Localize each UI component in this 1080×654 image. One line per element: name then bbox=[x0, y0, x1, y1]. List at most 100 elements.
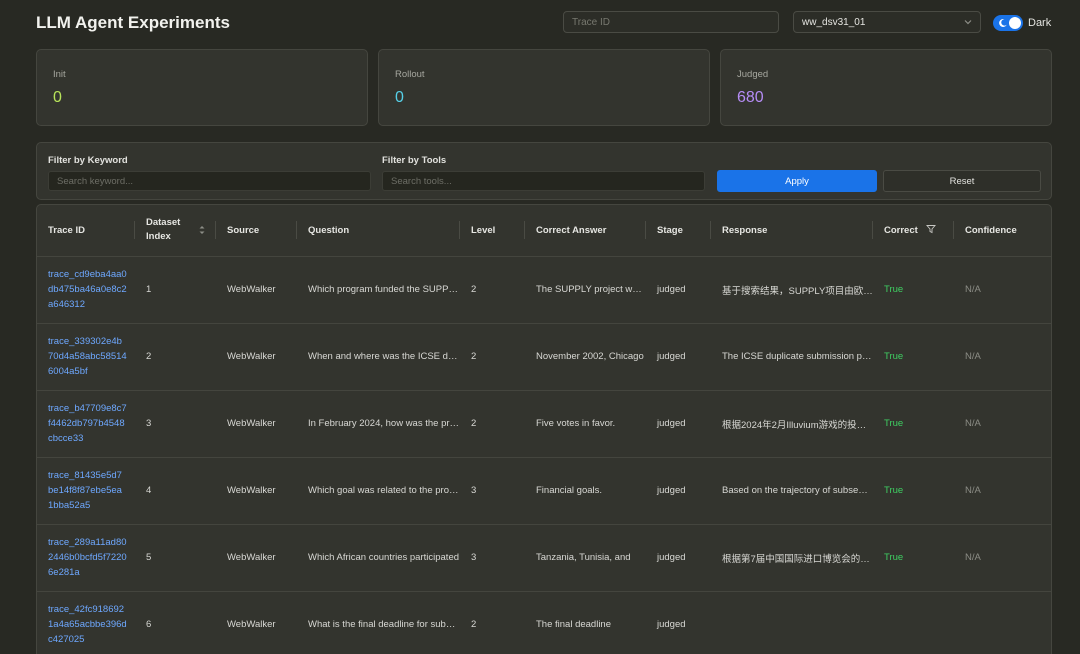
dataset-index-cell: 4 bbox=[146, 485, 152, 496]
stat-label: Init bbox=[53, 69, 66, 80]
confidence-cell: N/A bbox=[965, 418, 981, 429]
trace-id-link[interactable]: trace_42fc9186921a4a65acbbe396dc427025 bbox=[37, 591, 135, 654]
table-row[interactable]: trace_339302e4b70d4a58abc585146004a5bf 2 W… bbox=[37, 323, 1051, 390]
col-header-dataset-index[interactable]: Dataset Index bbox=[135, 205, 216, 256]
correct-cell: True bbox=[884, 351, 904, 362]
reset-button[interactable]: Reset bbox=[883, 170, 1041, 192]
chevron-down-icon bbox=[964, 20, 972, 25]
response-cell bbox=[711, 591, 873, 654]
stat-label: Judged bbox=[737, 69, 769, 80]
table-row[interactable]: trace_cd9eba4aa0db475ba46a0e8c2a646312 1 W… bbox=[37, 256, 1051, 323]
trace-id-link[interactable]: trace_81435e5d7be14f8f87ebe5ea1bba52a5 bbox=[37, 457, 135, 524]
correct-answer-cell: Tanzania, Tunisia, and bbox=[536, 552, 631, 563]
app-root: LLM Agent Experiments ww_dsv31_01 Dark I… bbox=[0, 0, 1080, 654]
source-cell: WebWalker bbox=[227, 418, 276, 429]
stat-value: 0 bbox=[395, 89, 404, 106]
stage-cell: judged bbox=[657, 619, 686, 631]
col-header-correct-answer[interactable]: Correct Answer bbox=[525, 205, 646, 256]
correct-cell: True bbox=[884, 485, 904, 496]
trace-id-link[interactable]: trace_b47709e8c7f4462db797b4548cbcce33 bbox=[37, 390, 135, 457]
stat-value: 0 bbox=[53, 89, 62, 106]
col-header-response[interactable]: Response bbox=[711, 205, 873, 256]
table-body: trace_cd9eba4aa0db475ba46a0e8c2a646312 1 W… bbox=[37, 256, 1051, 654]
response-cell: 根据第7届中国国际进口博览会的资料 bbox=[722, 553, 873, 565]
dataset-index-cell: 1 bbox=[146, 284, 152, 295]
response-cell: 根据2024年2月Illuvium游戏的投票结果 bbox=[722, 419, 873, 431]
dataset-index-cell: 3 bbox=[146, 418, 152, 429]
response-cell: The ICSE duplicate submission policy bbox=[722, 351, 873, 362]
correct-answer-cell: Financial goals. bbox=[536, 485, 603, 496]
table-row[interactable]: trace_81435e5d7be14f8f87ebe5ea1bba52a5 4 W… bbox=[37, 457, 1051, 524]
page-title: LLM Agent Experiments bbox=[36, 13, 230, 32]
moon-icon bbox=[999, 18, 1007, 27]
trace-id-link[interactable]: trace_289a11ad802446b0bcfd5f72206e281a bbox=[37, 524, 135, 591]
source-cell: WebWalker bbox=[227, 619, 276, 631]
col-header-trace-id[interactable]: Trace ID bbox=[37, 205, 135, 256]
confidence-cell bbox=[954, 591, 1051, 654]
table-row[interactable]: trace_b47709e8c7f4462db797b4548cbcce33 3 W… bbox=[37, 390, 1051, 457]
col-header-confidence[interactable]: Confidence bbox=[954, 205, 1051, 256]
correct-answer-cell: The SUPPLY project was funded bbox=[536, 284, 646, 295]
level-cell: 2 bbox=[471, 418, 477, 429]
results-table: Trace ID Dataset Index Source Question L… bbox=[37, 205, 1051, 654]
level-cell: 2 bbox=[471, 619, 477, 631]
stage-cell: judged bbox=[657, 485, 686, 496]
question-cell: In February 2024, how was the proposal bbox=[308, 418, 460, 429]
col-header-stage[interactable]: Stage bbox=[646, 205, 711, 256]
response-cell: 基于搜索结果，SUPPLY项目由欧盟资助 bbox=[722, 285, 873, 297]
header: LLM Agent Experiments ww_dsv31_01 Dark bbox=[36, 10, 1056, 36]
correct-cell: True bbox=[884, 284, 904, 295]
question-cell: When and where was the ICSE duplicate su… bbox=[308, 351, 460, 362]
col-header-source[interactable]: Source bbox=[216, 205, 297, 256]
stat-card-rollout: Rollout 0 bbox=[378, 49, 710, 126]
trace-id-link[interactable]: trace_cd9eba4aa0db475ba46a0e8c2a646312 bbox=[37, 256, 135, 323]
source-cell: WebWalker bbox=[227, 284, 276, 295]
stat-card-init: Init 0 bbox=[36, 49, 368, 126]
theme-toggle[interactable] bbox=[993, 15, 1023, 31]
correct-cell: True bbox=[884, 418, 904, 429]
dataset-select[interactable]: ww_dsv31_01 bbox=[793, 11, 981, 33]
confidence-cell: N/A bbox=[965, 485, 981, 496]
stat-label: Rollout bbox=[395, 69, 425, 80]
table-row[interactable]: trace_289a11ad802446b0bcfd5f72206e281a 5 W… bbox=[37, 524, 1051, 591]
correct-answer-cell: The final deadline bbox=[536, 619, 611, 631]
theme-label: Dark bbox=[1028, 17, 1052, 29]
stage-cell: judged bbox=[657, 418, 686, 429]
dataset-select-value: ww_dsv31_01 bbox=[802, 17, 866, 28]
filter-panel: Filter by Keyword Filter by Tools Apply … bbox=[36, 142, 1052, 200]
response-cell: Based on the trajectory of subsequent bbox=[722, 485, 873, 496]
stage-cell: judged bbox=[657, 351, 686, 362]
trace-id-input[interactable] bbox=[563, 11, 779, 33]
source-cell: WebWalker bbox=[227, 351, 276, 362]
stat-card-judged: Judged 680 bbox=[720, 49, 1052, 126]
question-cell: What is the final deadline for submissio… bbox=[308, 619, 460, 631]
trace-id-link[interactable]: trace_339302e4b70d4a58abc585146004a5bf bbox=[37, 323, 135, 390]
level-cell: 2 bbox=[471, 284, 477, 295]
correct-answer-cell: Five votes in favor. bbox=[536, 418, 616, 429]
table-header-row: Trace ID Dataset Index Source Question L… bbox=[37, 205, 1051, 256]
sort-icon[interactable] bbox=[198, 224, 206, 236]
confidence-cell: N/A bbox=[965, 351, 981, 362]
col-header-question[interactable]: Question bbox=[297, 205, 460, 256]
level-cell: 3 bbox=[471, 552, 477, 563]
col-header-correct[interactable]: Correct bbox=[873, 205, 954, 256]
dataset-index-cell: 2 bbox=[146, 351, 152, 362]
question-cell: Which program funded the SUPPLY project? bbox=[308, 284, 460, 295]
stat-value: 680 bbox=[737, 89, 764, 106]
stage-cell: judged bbox=[657, 552, 686, 563]
apply-button[interactable]: Apply bbox=[717, 170, 877, 192]
question-cell: Which goal was related to the project bbox=[308, 485, 460, 496]
tools-search-input[interactable] bbox=[382, 171, 705, 191]
dataset-index-cell: 5 bbox=[146, 552, 152, 563]
table-row[interactable]: trace_42fc9186921a4a65acbbe396dc427025 6 W… bbox=[37, 591, 1051, 654]
source-cell: WebWalker bbox=[227, 485, 276, 496]
toggle-knob bbox=[1009, 17, 1021, 29]
filter-icon[interactable] bbox=[926, 224, 937, 234]
keyword-filter-label: Filter by Keyword bbox=[48, 155, 128, 166]
results-table-container: Trace ID Dataset Index Source Question L… bbox=[36, 204, 1052, 654]
col-header-level[interactable]: Level bbox=[460, 205, 525, 256]
keyword-search-input[interactable] bbox=[48, 171, 371, 191]
source-cell: WebWalker bbox=[227, 552, 276, 563]
level-cell: 2 bbox=[471, 351, 477, 362]
correct-cell bbox=[873, 591, 954, 654]
